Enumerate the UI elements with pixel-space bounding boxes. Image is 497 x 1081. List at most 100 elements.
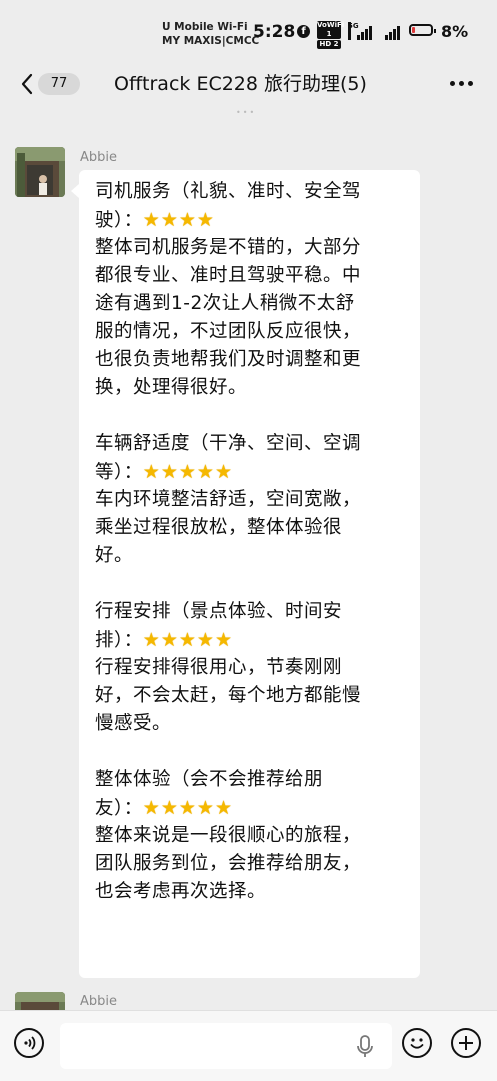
carrier-info: U Mobile Wi-Fi MY MAXIS|CMCC: [162, 20, 259, 48]
message-line-text: 整体体验（会不会推荐给朋: [95, 769, 324, 790]
mic-icon[interactable]: [355, 1035, 375, 1059]
message-line-text: 排）：: [95, 630, 143, 651]
message-line-text: 好，不会太赶，每个地方都能慢: [95, 685, 362, 706]
message-line-text: 等）：: [95, 462, 143, 483]
chat-title[interactable]: Offtrack EC228 旅行助理(5): [114, 70, 367, 98]
message-line: 都很专业、准时且驾驶平稳。中: [95, 262, 420, 290]
back-arrow-icon[interactable]: [16, 72, 40, 96]
sender-name: Abbie: [80, 994, 118, 1009]
star-icon: ★: [196, 209, 215, 231]
chat-header: 77 Offtrack EC228 旅行助理(5): [0, 56, 497, 112]
star-rating: ★★★★★: [143, 794, 233, 822]
message-line: 也会考虑再次选择。: [95, 878, 420, 906]
message-line: 换，处理得很好。: [95, 374, 420, 402]
voice-icon[interactable]: [14, 1028, 44, 1058]
volte-icon: VoWiFi 1 HD 2: [317, 21, 345, 50]
star-rating: ★★★★★: [143, 458, 233, 486]
message-line-text: 乘坐过程很放松，整体体验很: [95, 517, 343, 538]
star-icon: ★: [160, 629, 179, 651]
message-line: 乘坐过程很放松，整体体验很: [95, 514, 420, 542]
clock: 5:28: [253, 22, 296, 42]
star-rating: ★★★★★: [143, 626, 233, 654]
message-line: 也很负责地帮我们及时调整和更: [95, 346, 420, 374]
message-line-text: 车内环境整洁舒适，空间宽敞，: [95, 489, 362, 510]
star-rating: ★★★★: [143, 206, 215, 234]
emoji-icon[interactable]: [402, 1028, 432, 1058]
star-icon: ★: [178, 209, 197, 231]
carrier-line2: MY MAXIS|CMCC: [162, 35, 260, 47]
message-line: 途有遇到1-2次让人稍微不太舒: [95, 290, 420, 318]
avatar[interactable]: [15, 992, 65, 1010]
message-line-text: 驶）：: [95, 210, 143, 231]
star-icon: ★: [142, 629, 161, 651]
star-icon: ★: [160, 209, 179, 231]
star-icon: ★: [178, 461, 197, 483]
message-line-text: 慢感受。: [95, 713, 172, 734]
message-line-text: 换，处理得很好。: [95, 377, 248, 398]
message-line: 整体来说是一段很顺心的旅程，: [95, 822, 420, 850]
battery-percent: 8%: [441, 22, 469, 41]
star-icon: ★: [142, 209, 161, 231]
message-line: 排）：★★★★★: [95, 626, 420, 654]
message-line: 行程安排得很用心，节奏刚刚: [95, 654, 420, 682]
message-line: 车辆舒适度（干净、空间、空调: [95, 430, 420, 458]
message-line: 驶）：★★★★: [95, 206, 420, 234]
input-bar: [0, 1010, 497, 1081]
message-bubble[interactable]: 司机服务（礼貌、准时、安全驾 驶）：★★★★ 整体司机服务是不错的，大部分 都很专业、…: [71, 170, 420, 978]
star-icon: ★: [214, 629, 233, 651]
star-icon: ★: [160, 797, 179, 819]
scroll-indicator: •••: [236, 108, 257, 117]
avatar[interactable]: [15, 147, 65, 197]
message-input[interactable]: [60, 1023, 392, 1069]
message-line: 团队服务到位，会推荐给朋友，: [95, 850, 420, 878]
more-icon[interactable]: [450, 81, 474, 87]
star-icon: ★: [142, 461, 161, 483]
message-line: 友）：★★★★★: [95, 794, 420, 822]
message-line-text: 团队服务到位，会推荐给朋友，: [95, 853, 362, 874]
message-line: 行程安排（景点体验、时间安: [95, 598, 420, 626]
message-line-text: 都很专业、准时且驾驶平稳。中: [95, 265, 362, 286]
message-line-text: 车辆舒适度（干净、空间、空调: [95, 433, 362, 454]
volte1-label: VoWiFi 1: [317, 21, 345, 39]
star-icon: ★: [196, 461, 215, 483]
message-line: 等）：★★★★★: [95, 458, 420, 486]
message-line-text: 整体来说是一段很顺心的旅程，: [95, 825, 362, 846]
volte2-label: HD 2: [317, 40, 341, 49]
message-line-text: 途有遇到1-2次让人稍微不太舒: [95, 293, 355, 314]
message-line-text: 行程安排得很用心，节奏刚刚: [95, 657, 343, 678]
status-bar: U Mobile Wi-Fi MY MAXIS|CMCC 5:28 f VoWi…: [0, 0, 497, 56]
facebook-icon: f: [297, 25, 310, 38]
network-label: 5G: [348, 22, 359, 40]
message-line-text: 友）：: [95, 798, 143, 819]
star-icon: ★: [178, 797, 197, 819]
message-line: 车内环境整洁舒适，空间宽敞，: [95, 486, 420, 514]
star-icon: ★: [214, 797, 233, 819]
plus-icon[interactable]: [451, 1028, 481, 1058]
unread-badge[interactable]: 77: [38, 73, 80, 95]
carrier-line1: U Mobile Wi-Fi: [162, 21, 248, 33]
message-line: 好，不会太赶，每个地方都能慢: [95, 682, 420, 710]
message-line-text: 整体司机服务是不错的，大部分: [95, 237, 362, 258]
star-icon: ★: [142, 797, 161, 819]
message-line-text: 司机服务（礼貌、准时、安全驾: [95, 181, 362, 202]
star-icon: ★: [196, 797, 215, 819]
message-line: 整体司机服务是不错的，大部分: [95, 234, 420, 262]
message-line: 服的情况，不过团队反应很快，: [95, 318, 420, 346]
sender-name: Abbie: [80, 150, 118, 165]
message-line: 整体体验（会不会推荐给朋: [95, 766, 420, 794]
message-line-text: 服的情况，不过团队反应很快，: [95, 321, 362, 342]
star-icon: ★: [160, 461, 179, 483]
signal-icon: [380, 23, 406, 40]
star-icon: ★: [214, 461, 233, 483]
message-line-text: 也很负责地帮我们及时调整和更: [95, 349, 362, 370]
message-line: 司机服务（礼貌、准时、安全驾: [95, 178, 420, 206]
star-icon: ★: [178, 629, 197, 651]
battery-icon: [409, 24, 436, 36]
message-line-text: 行程安排（景点体验、时间安: [95, 601, 343, 622]
star-icon: ★: [196, 629, 215, 651]
message-line: 好。: [95, 542, 420, 570]
message-line: 慢感受。: [95, 710, 420, 738]
